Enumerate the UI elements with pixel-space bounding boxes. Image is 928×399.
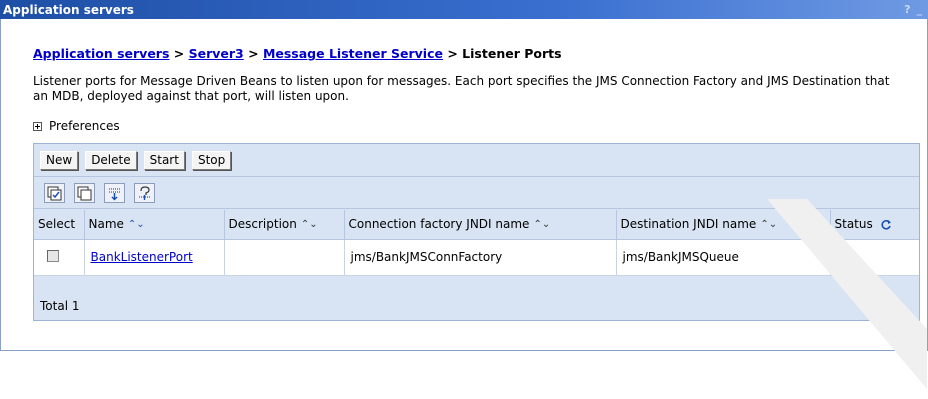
row-destination-cell: jms/BankJMSQueue [616,239,831,276]
listener-ports-table: Select Name ⌃⌄ Description ⌃⌄ Connection f… [34,210,919,276]
action-button-bar: New Delete Start Stop [34,144,919,177]
preferences-toggle[interactable]: Preferences [33,119,120,133]
minimize-button[interactable]: _ [917,3,923,16]
preferences-label: Preferences [49,119,120,133]
breadcrumb-separator: > [248,46,259,61]
breadcrumb-current: Listener Ports [462,46,562,61]
sort-ascending-icon[interactable]: ⌃⌄ [128,219,145,230]
stop-button[interactable]: Stop [191,150,232,170]
row-status-cell [830,239,919,276]
table-row: BankListenerPort jms/BankJMSConnFactory … [34,239,919,276]
title-bar: Application servers ? _ [0,0,928,19]
breadcrumb-separator: > [173,46,185,61]
total-count: Total 1 [40,299,80,313]
page-description: Listener ports for Message Driven Beans … [33,74,890,103]
table-header-row: Select Name ⌃⌄ Description ⌃⌄ Connection f… [34,210,919,240]
listener-port-link[interactable]: BankListenerPort [91,250,193,264]
select-all-icon [47,186,62,200]
clear-filter-button[interactable] [134,183,155,203]
show-filter-button[interactable] [104,183,125,203]
delete-button[interactable]: Delete [85,150,137,170]
column-header-name[interactable]: Name ⌃⌄ [84,210,225,240]
table-footer: Total 1 [34,292,919,320]
content-area: Application servers > Server3 > Message … [0,19,928,389]
column-header-connection-factory[interactable]: Connection factory JNDI name ⌃⌄ [344,210,617,240]
sort-icon[interactable]: ⌃⌄ [760,219,777,230]
select-all-button[interactable] [44,183,65,203]
stopped-red-x-icon [843,251,856,264]
listener-ports-panel: New Delete Start Stop Select Name ⌃⌄ Des… [33,143,920,321]
row-select-checkbox[interactable] [47,249,59,262]
breadcrumb-separator: > [447,46,458,61]
column-header-select: Select [34,210,85,240]
deselect-all-icon [77,186,92,200]
breadcrumb: Application servers > Server3 > Message … [33,46,562,61]
breadcrumb-link-server3[interactable]: Server3 [189,46,244,61]
sort-icon[interactable]: ⌃⌄ [301,219,318,230]
row-description-cell [224,239,345,276]
window-title: Application servers [3,2,134,17]
show-filter-icon [109,188,120,201]
column-header-destination[interactable]: Destination JNDI name ⌃⌄ [616,210,831,240]
column-header-status[interactable]: Status [830,210,919,240]
row-connection-factory-cell: jms/BankJMSConnFactory [344,239,617,276]
help-button[interactable]: ? [904,3,910,16]
clear-filter-icon [139,185,150,200]
deselect-all-button[interactable] [74,183,95,203]
expand-plus-icon [33,121,42,131]
icon-toolbar [34,178,919,209]
breadcrumb-link-application-servers[interactable]: Application servers [33,46,169,61]
refresh-icon[interactable] [880,219,892,231]
row-name-cell: BankListenerPort [84,239,225,276]
breadcrumb-link-message-listener-service[interactable]: Message Listener Service [263,46,443,61]
row-select-cell [34,239,85,276]
sort-icon[interactable]: ⌃⌄ [533,219,550,230]
start-button[interactable]: Start [143,150,185,170]
new-button[interactable]: New [40,150,79,170]
column-header-description[interactable]: Description ⌃⌄ [224,210,345,240]
